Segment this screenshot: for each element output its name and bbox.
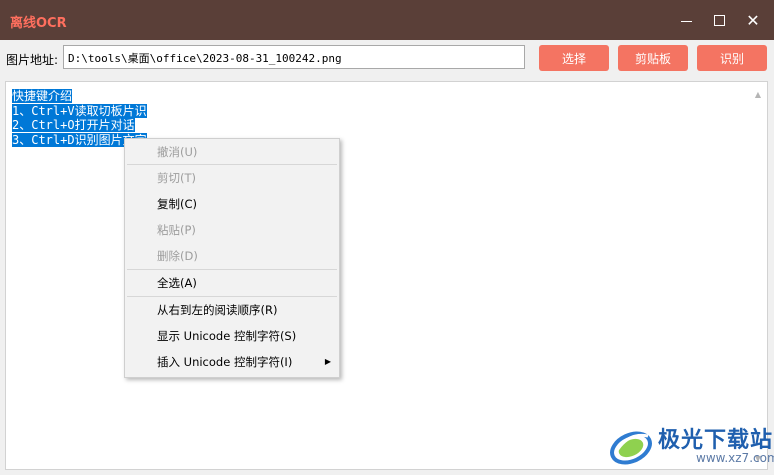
- text-line-content: 2、Ctrl+O打开片对话: [12, 118, 135, 132]
- image-path-input[interactable]: D:\tools\桌面\office\2023-08-31_100242.png: [63, 45, 525, 69]
- text-line: 快捷键介绍: [12, 89, 147, 104]
- menu-separator: [127, 296, 337, 297]
- menu-item-show-unicode-control[interactable]: 显示 Unicode 控制字符(S): [157, 326, 296, 346]
- text-line: 2、Ctrl+O打开片对话: [12, 118, 147, 133]
- menu-item-copy[interactable]: 复制(C): [157, 194, 197, 214]
- text-line-content: 1、Ctrl+V读取切板片识: [12, 103, 147, 118]
- maximize-button[interactable]: [701, 0, 737, 40]
- watermark-name: 极光下载站: [658, 428, 774, 453]
- submenu-arrow-icon: ▶: [324, 357, 331, 366]
- text-line-content: 快捷键介绍: [12, 89, 73, 103]
- close-icon: ✕: [746, 10, 760, 30]
- watermark: 极光下载站 www.xz7.com: [606, 418, 774, 470]
- context-menu: 撤消(U) 剪切(T) 复制(C) 粘贴(P) 删除(D) 全选(A) 从右到左…: [124, 138, 340, 378]
- menu-item-insert-unicode-control[interactable]: 插入 Unicode 控制字符(I): [157, 352, 292, 372]
- menu-item-rtl-reading-order[interactable]: 从右到左的阅读顺序(R): [157, 300, 277, 320]
- close-button[interactable]: ✕: [735, 0, 771, 40]
- title-bar: 离线OCR ✕: [0, 0, 774, 40]
- menu-item-undo[interactable]: 撤消(U): [157, 142, 197, 162]
- clipboard-button[interactable]: 剪贴板: [618, 45, 688, 71]
- result-textarea[interactable]: 快捷键介绍 1、Ctrl+V读取切板片识 2、Ctrl+O打开片对话 3、Ctr…: [5, 81, 768, 470]
- path-label: 图片地址:: [6, 53, 59, 67]
- choose-button[interactable]: 选择: [539, 45, 609, 71]
- watermark-url: www.xz7.com: [696, 451, 774, 465]
- recognize-button[interactable]: 识别: [697, 45, 767, 71]
- minimize-button[interactable]: [668, 0, 704, 40]
- menu-separator: [127, 269, 337, 270]
- minimize-icon: [680, 20, 692, 22]
- menu-item-cut[interactable]: 剪切(T): [157, 168, 196, 188]
- aurora-logo-icon: [610, 431, 652, 465]
- menu-item-delete[interactable]: 删除(D): [157, 246, 198, 266]
- maximize-icon: [713, 14, 725, 26]
- menu-separator: [127, 164, 337, 165]
- scroll-up-icon[interactable]: ▲: [755, 90, 761, 99]
- app-title: 离线OCR: [10, 16, 67, 31]
- menu-item-select-all[interactable]: 全选(A): [157, 273, 197, 293]
- menu-item-paste[interactable]: 粘贴(P): [157, 220, 196, 240]
- text-line: 1、Ctrl+V读取切板片识: [12, 103, 147, 119]
